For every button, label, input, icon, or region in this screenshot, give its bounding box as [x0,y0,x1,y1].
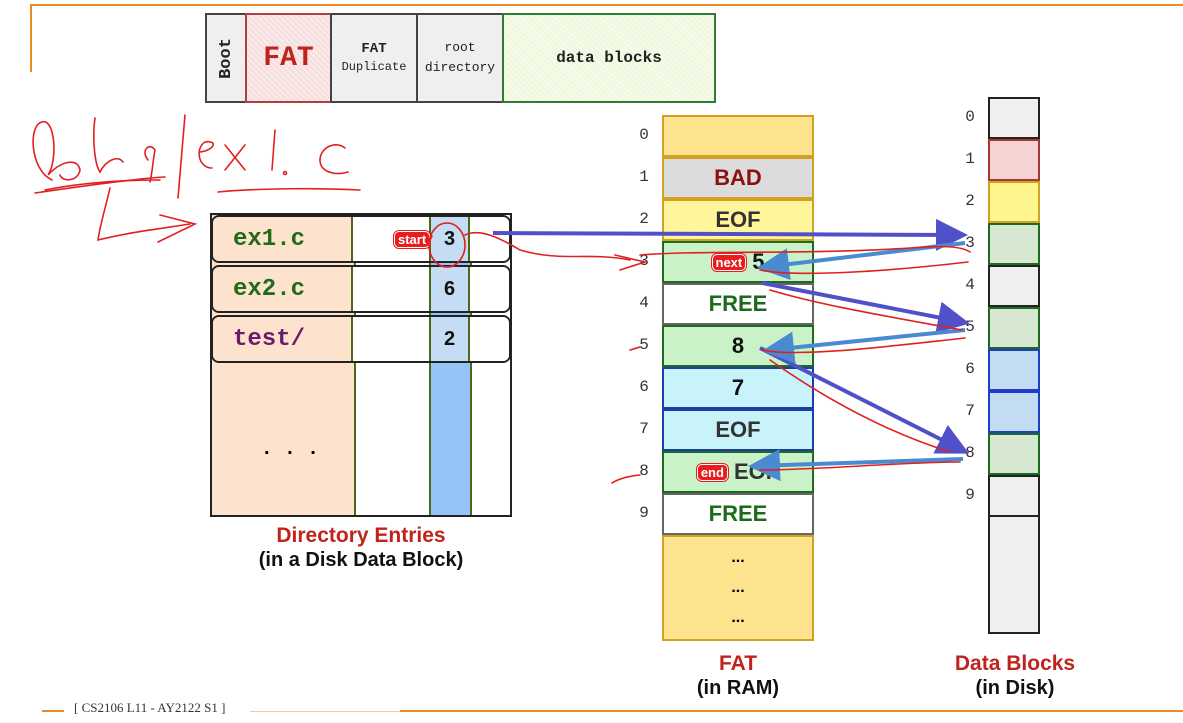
data-block [988,97,1040,139]
fat-entry-value: FREE [708,501,768,526]
data-block-index-label: 0 [965,108,975,126]
fat-entry: 7 [662,367,814,409]
fat-entry [662,115,814,157]
fat-index-label: 4 [639,294,649,312]
dir-ellipsis: . . . [264,437,322,459]
footer-rule-left [42,710,64,712]
data-block [988,265,1040,307]
fat-index-label: 2 [639,210,649,228]
dir-entry-start-block: 2 [443,328,456,350]
fat-ellipsis-area: ... ... ... [662,535,814,641]
data-block [988,139,1040,181]
fat-index-label: 6 [639,378,649,396]
fat-entry: FREE [662,493,814,535]
fat-index-label: 3 [639,252,649,270]
fat-entry: BAD [662,157,814,199]
layout-boot: Boot [205,13,247,103]
layout-root-directory: root directory [416,13,504,103]
start-badge: start [394,231,431,249]
layout-fat-duplicate: FAT Duplicate [330,13,418,103]
fat-index-label: 1 [639,168,649,186]
data-block [988,349,1040,391]
fat-index-label: 5 [639,336,649,354]
dir-entry-name: ex2.c [233,276,306,303]
dir-entry-name: ex1.c [233,226,306,253]
data-block-index-label: 7 [965,402,975,420]
dir-entry-start-block: 6 [443,278,456,300]
dir-entry-row: test/ 2 [211,315,511,363]
fat-index-label: 0 [639,126,649,144]
slide-footer: [ CS2106 L11 - AY2122 S1 ] [74,700,226,715]
fat-entry: EOF [662,409,814,451]
data-block-index-label: 1 [965,150,975,168]
data-block-index-label: 8 [965,444,975,462]
fat-entry-value: FREE [708,291,768,316]
dir-entry-start-block: 3 [443,228,456,250]
data-blocks-caption: Data Blocks [954,652,1076,675]
fat-entry-value: 8 [731,333,745,358]
fat-index-label: 9 [639,504,649,522]
data-block [988,181,1040,223]
fat-entry-value: EOF [715,207,761,232]
fat-entry-value: 5 [752,249,765,274]
directory-entries-table: ex1.c start 3 ex2.c 6 test/ 2 . . . [210,213,512,517]
dir-entry-name: test/ [233,326,306,353]
data-block-index-label: 4 [965,276,975,294]
fat-entry: EOF [662,199,814,241]
fat-caption: FAT [718,652,758,675]
end-badge: end [696,463,728,481]
footer-rule-mid [250,711,400,712]
data-block [988,475,1040,517]
fat-entry: 8 [662,325,814,367]
slide-top-rule [30,4,1183,6]
fat-entry-value: EOF [733,459,780,484]
fat-entry: end EOF [662,451,814,493]
data-block-index-label: 9 [965,486,975,504]
data-block [988,223,1040,265]
data-block-index-label: 5 [965,318,975,336]
fat-entry-value: EOF [715,417,761,442]
data-block [988,391,1040,433]
dir-entry-row: ex2.c 6 [211,265,511,313]
dir-entry-row: ex1.c start 3 [211,215,511,263]
disk-layout-bar: Boot FAT FAT Duplicate root directory da… [205,13,716,103]
data-block-index-label: 2 [965,192,975,210]
data-block-remaining [988,515,1040,634]
next-badge: next [711,253,747,271]
layout-data-blocks: data blocks [502,13,716,103]
directory-subcaption: (in a Disk Data Block) [258,549,464,571]
data-block-index-label: 6 [965,360,975,378]
fat-index-label: 8 [639,462,649,480]
fat-index-label: 7 [639,420,649,438]
directory-caption: Directory Entries [276,524,446,547]
fat-subcaption: (in RAM) [696,677,780,699]
data-blocks-subcaption: (in Disk) [975,677,1055,699]
fat-entry: FREE [662,283,814,325]
data-block [988,433,1040,475]
fat-entry-value: 7 [731,375,745,400]
fat-entry-value: BAD [714,165,762,190]
footer-rule-right [400,710,1183,712]
data-block-index-label: 3 [965,234,975,252]
slide-left-rule [30,4,32,72]
data-block [988,307,1040,349]
layout-fat: FAT [245,13,332,103]
fat-entry: next 5 [662,241,814,283]
